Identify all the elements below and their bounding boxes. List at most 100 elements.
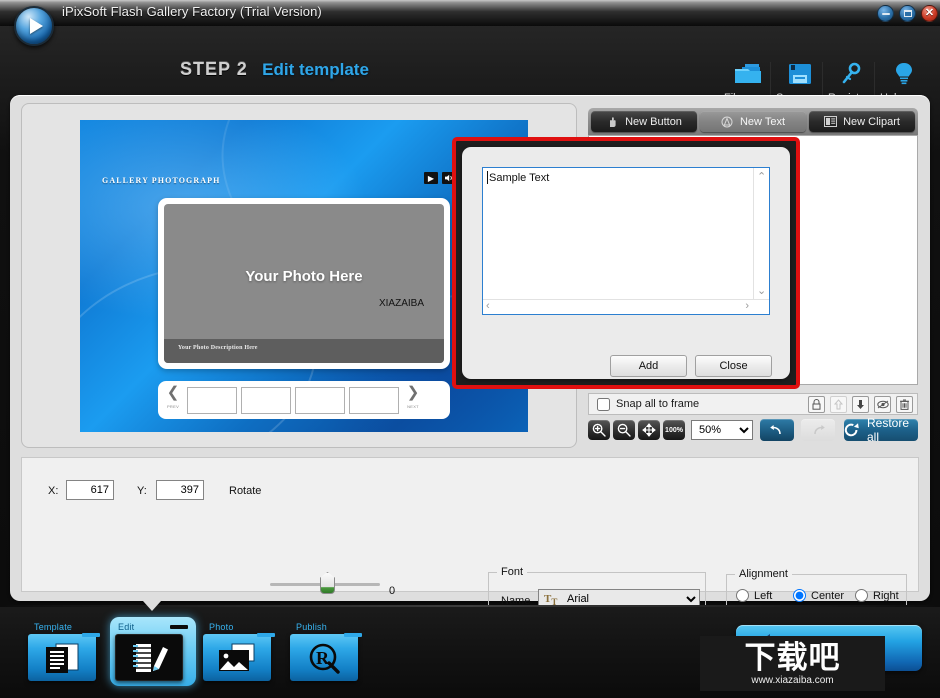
photo-frame[interactable]: Your Photo Here XIAZAIBA Your Photo Desc… (158, 198, 450, 369)
snap-all-checkbox[interactable] (597, 398, 610, 411)
photo-text-object[interactable]: XIAZAIBA (379, 298, 424, 309)
object-tools (808, 396, 913, 413)
trash-icon (900, 399, 909, 410)
tab-new-button[interactable]: New Button (591, 111, 697, 132)
sidebar-item-template[interactable]: Template (28, 622, 104, 681)
move-down-button[interactable] (852, 396, 869, 413)
save-button[interactable]: Save (776, 62, 824, 91)
scroll-down-icon[interactable]: ⌄ (757, 284, 766, 297)
tab-new-button-label: New Button (625, 116, 682, 128)
align-center-radio[interactable] (793, 589, 806, 602)
move-fit-icon (642, 423, 656, 437)
zoom-in-button[interactable] (588, 420, 610, 440)
zoom-out-button[interactable] (613, 420, 635, 440)
move-up-button[interactable] (830, 396, 847, 413)
restore-all-button[interactable]: Restore all (844, 419, 918, 441)
svg-text:R: R (316, 648, 330, 668)
watermark-url: www.xiazaiba.com (751, 675, 833, 686)
lock-icon (812, 399, 821, 410)
key-icon (840, 62, 864, 86)
undo-arrow-icon (769, 424, 785, 436)
tab-new-clipart[interactable]: New Clipart (809, 111, 915, 132)
thumb-next-button[interactable]: ❯ NEXT (401, 387, 425, 413)
dialog-add-button[interactable]: Add (610, 355, 687, 377)
redo-arrow-icon (810, 424, 826, 436)
lock-object-button[interactable] (808, 396, 825, 413)
tab-new-text-label: New Text (740, 116, 785, 128)
title-bar: iPixSoft Flash Gallery Factory (Trial Ve… (0, 0, 940, 26)
photo-description-text: Your Photo Description Here (178, 345, 258, 351)
scroll-up-icon[interactable]: ⌃ (757, 170, 766, 183)
sidebar-item-edit[interactable]: Edit (110, 617, 196, 686)
window-title: iPixSoft Flash Gallery Factory (Trial Ve… (62, 4, 322, 19)
thumbnail-slot[interactable] (241, 387, 291, 414)
align-center-label: Center (811, 590, 844, 602)
floppy-disk-icon (787, 62, 813, 86)
x-label: X: (48, 485, 58, 497)
hand-pointer-icon (606, 116, 620, 128)
watermark-text: 下载吧 (745, 642, 841, 675)
snap-all-label: Snap all to frame (616, 398, 699, 410)
delete-object-button[interactable] (896, 396, 913, 413)
minimize-button[interactable] (877, 5, 894, 22)
redo-button[interactable] (801, 419, 835, 441)
x-input[interactable] (66, 480, 114, 500)
thumbnail-slot[interactable] (349, 387, 399, 414)
tab-new-clipart-label: New Clipart (843, 116, 900, 128)
maximize-button[interactable] (899, 5, 916, 22)
align-left-radio[interactable] (736, 589, 749, 602)
restore-arrow-icon (844, 422, 860, 438)
dialog-close-button[interactable]: Close (695, 355, 772, 377)
scroll-left-icon[interactable]: ‹ (486, 300, 490, 312)
lightbulb-icon (893, 62, 915, 86)
vertical-scrollbar[interactable]: ⌃ ⌄ (753, 168, 769, 299)
eye-slash-icon (877, 400, 889, 409)
horizontal-scrollbar[interactable]: ‹ › (483, 299, 769, 314)
scroll-right-icon[interactable]: › (745, 300, 749, 312)
y-input[interactable] (156, 480, 204, 500)
photo-placeholder-text: Your Photo Here (164, 268, 444, 285)
clipart-icon (824, 116, 838, 128)
fit-to-window-button[interactable] (638, 420, 660, 440)
undo-button[interactable] (760, 419, 794, 441)
documents-icon (28, 634, 96, 681)
text-caret (487, 171, 488, 184)
site-watermark: 下载吧 www.xiazaiba.com (700, 636, 885, 691)
close-button[interactable]: ✕ (921, 5, 938, 22)
play-icon[interactable]: ▶ (424, 172, 438, 184)
zoom-level-select[interactable]: 50% (691, 420, 753, 440)
new-text-dialog: Sample Text ⌃ ⌄ ‹ › Add Close (462, 147, 790, 379)
align-right-radio[interactable] (855, 589, 868, 602)
dialog-text-field[interactable]: Sample Text ⌃ ⌄ ‹ › (482, 167, 770, 315)
thumbnail-slot[interactable] (295, 387, 345, 414)
header-bar: STEP 2 Edit template File Save (0, 26, 940, 92)
zoom-out-icon (617, 423, 631, 437)
arrow-up-icon (834, 399, 843, 410)
sidebar-item-photo[interactable]: Photo (203, 622, 279, 681)
register-button[interactable]: Register (828, 62, 876, 91)
object-tab-bar: New Button New Text New Clipart (588, 108, 918, 135)
step-title: Edit template (262, 60, 369, 80)
help-button[interactable]: Help (880, 62, 928, 91)
align-right-label: Right (873, 590, 899, 602)
thumbnail-strip: ❮ PREV ❯ NEXT (158, 381, 450, 419)
photos-icon (203, 634, 271, 681)
next-label: NEXT (401, 401, 425, 413)
step-tick (170, 625, 188, 629)
file-button[interactable]: File (724, 62, 772, 91)
active-step-pointer (143, 601, 161, 611)
font-legend: Font (497, 566, 527, 578)
arrow-down-icon (856, 399, 865, 410)
hide-object-button[interactable] (874, 396, 891, 413)
thumbnail-slot[interactable] (187, 387, 237, 414)
sidebar-item-publish[interactable]: Publish R (290, 622, 366, 681)
y-label: Y: (137, 485, 147, 497)
bottom-bar-highlight (0, 605, 940, 607)
snap-all-row: Snap all to frame (588, 393, 918, 415)
step-tick (82, 633, 100, 637)
text-a-icon (721, 116, 735, 128)
actual-size-button[interactable]: 100% (663, 420, 685, 440)
publish-r-icon: R (290, 634, 358, 681)
tab-new-text[interactable]: New Text (700, 111, 806, 132)
thumb-prev-button[interactable]: ❮ PREV (161, 387, 185, 413)
